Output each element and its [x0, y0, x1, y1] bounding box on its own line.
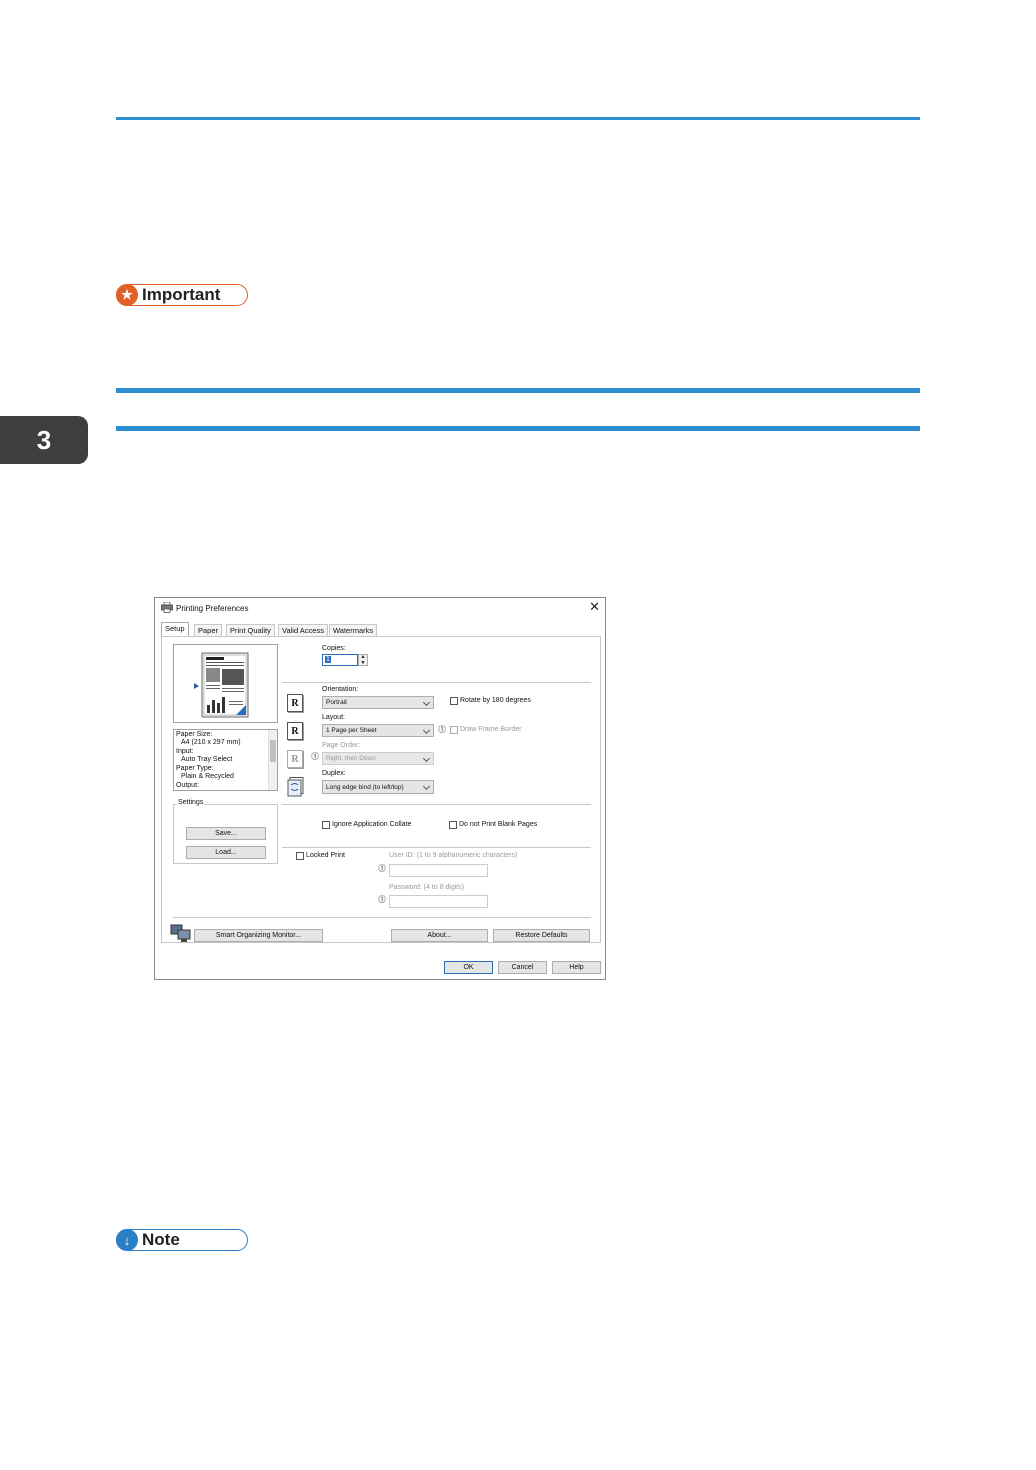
- cancel-button[interactable]: Cancel: [498, 961, 547, 974]
- info-icon: ⓵: [438, 725, 446, 734]
- info-icon: ⓵: [378, 895, 386, 904]
- smart-monitor-icon: [170, 924, 191, 942]
- section-rule-bottom: [116, 426, 920, 431]
- layout-select[interactable]: 1 Page per Sheet: [322, 724, 434, 737]
- ignore-collate-checkbox[interactable]: [322, 821, 330, 829]
- save-button[interactable]: Save...: [186, 827, 266, 840]
- duplex-icon: [287, 777, 304, 797]
- summary-scrollbar[interactable]: [268, 730, 277, 790]
- layout-label: Layout:: [322, 714, 345, 721]
- rotate-180-label: Rotate by 180 degrees: [460, 697, 531, 704]
- summary-line: Auto Tray Select: [181, 756, 233, 763]
- about-button[interactable]: About...: [391, 929, 488, 942]
- arrow-down-icon: ↓: [116, 1229, 138, 1251]
- page-order-icon: R: [287, 750, 303, 768]
- setup-panel: Paper Size: A4 (210 x 297 mm) Input: Aut…: [161, 636, 601, 943]
- summary-line: Plain & Recycled: [181, 773, 234, 780]
- layout-icon: R: [287, 722, 303, 740]
- ignore-collate-label: Ignore Application Collate: [332, 821, 412, 828]
- dialog-title: Printing Preferences: [176, 604, 249, 613]
- header-rule: [116, 117, 920, 120]
- rotate-180-checkbox[interactable]: [450, 697, 458, 705]
- summary-line: A4 (210 x 297 mm): [181, 739, 241, 746]
- info-icon: ⓵: [311, 752, 319, 761]
- note-pill: ↓ Note: [116, 1229, 248, 1251]
- user-id-label: User ID: (1 to 9 alphanumeric characters…: [389, 852, 518, 859]
- no-blank-pages-label: Do not Print Blank Pages: [459, 821, 538, 828]
- important-label: Important: [142, 285, 221, 304]
- separator: [282, 804, 591, 805]
- page-preview: [173, 644, 278, 723]
- password-label: Password: (4 to 8 digits): [389, 884, 465, 891]
- help-button[interactable]: Help: [552, 961, 601, 974]
- page-order-label: Page Order:: [322, 742, 361, 749]
- duplex-label: Duplex:: [322, 770, 346, 777]
- printing-preferences-dialog: Printing Preferences ✕ Setup Paper Print…: [154, 597, 606, 980]
- tab-print-quality[interactable]: Print Quality: [226, 624, 275, 636]
- summary-line: Output:: [176, 781, 199, 789]
- summary-line: Paper Size:: [176, 731, 213, 738]
- orientation-select[interactable]: Portrait: [322, 696, 434, 709]
- close-icon[interactable]: ✕: [589, 599, 600, 615]
- restore-defaults-button[interactable]: Restore Defaults: [493, 929, 590, 942]
- draw-frame-label: Draw Frame Border: [460, 726, 522, 733]
- tab-paper[interactable]: Paper: [194, 624, 223, 636]
- smart-organizing-monitor-button[interactable]: Smart Organizing Monitor...: [194, 929, 323, 942]
- locked-print-label: Locked Print: [306, 852, 345, 859]
- chapter-number: 3: [36, 424, 52, 455]
- locked-print-checkbox[interactable]: [296, 852, 304, 860]
- no-blank-pages-checkbox[interactable]: [449, 821, 457, 829]
- settings-group: Settings Save... Load...: [173, 799, 278, 864]
- orientation-label: Orientation:: [322, 686, 359, 693]
- section-rule-top: [116, 388, 920, 393]
- ok-button[interactable]: OK: [444, 961, 493, 974]
- star-icon: ★: [116, 284, 138, 306]
- document-preview-image: [194, 652, 249, 718]
- copies-label: Copies:: [322, 645, 346, 652]
- separator: [282, 847, 591, 848]
- settings-group-label: Settings: [177, 799, 205, 806]
- summary-line: Input:: [176, 747, 194, 755]
- separator: [282, 682, 591, 683]
- important-pill: ★ Important: [116, 284, 248, 306]
- orientation-icon: R: [287, 694, 303, 712]
- page-order-select: Right, then Down: [322, 752, 434, 765]
- copies-value: 1: [325, 656, 331, 663]
- copies-field[interactable]: 1: [322, 654, 358, 666]
- summary-line: Paper Type:: [176, 764, 214, 772]
- load-button[interactable]: Load...: [186, 846, 266, 859]
- duplex-select[interactable]: Long edge bind (to left/top): [322, 780, 434, 794]
- tab-setup[interactable]: Setup: [161, 622, 189, 636]
- copies-spinner[interactable]: ▲ ▼: [358, 654, 368, 666]
- chapter-tab: 3: [0, 416, 88, 464]
- note-label: Note: [142, 1230, 180, 1249]
- password-input: [389, 895, 488, 908]
- draw-frame-checkbox[interactable]: [450, 726, 458, 734]
- printer-icon: [161, 602, 173, 613]
- tab-watermarks[interactable]: Watermarks: [329, 624, 378, 636]
- settings-summary-list[interactable]: Paper Size: A4 (210 x 297 mm) Input: Aut…: [173, 729, 278, 791]
- user-id-input: [389, 864, 488, 877]
- info-icon: ⓵: [378, 864, 386, 873]
- tab-valid-access[interactable]: Valid Access: [278, 624, 328, 636]
- separator: [173, 917, 591, 918]
